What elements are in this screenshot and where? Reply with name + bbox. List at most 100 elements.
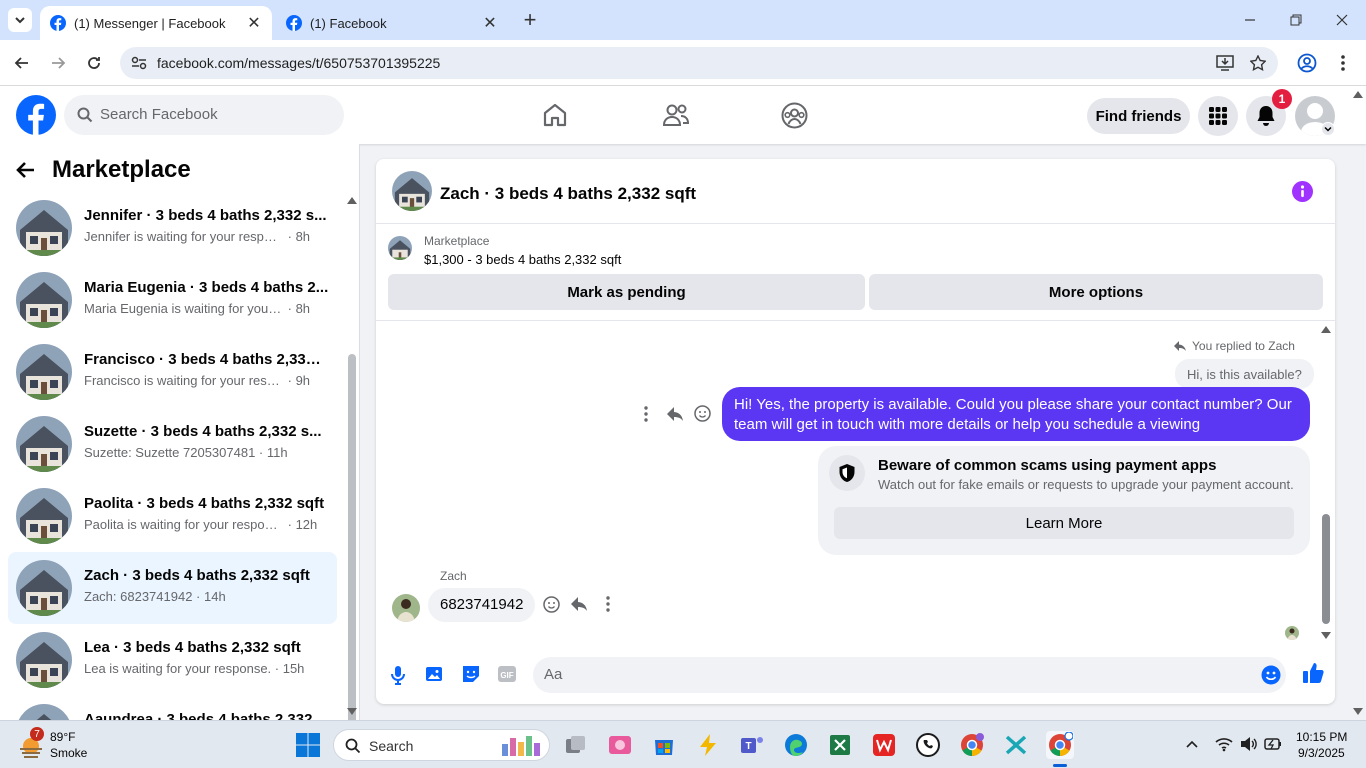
- store-app-icon[interactable]: [650, 731, 678, 759]
- capcut-app-icon[interactable]: [1002, 731, 1030, 759]
- list-scrollbar[interactable]: [348, 354, 356, 720]
- message-more-icon[interactable]: [606, 596, 610, 612]
- conversation-item[interactable]: Aaundrea · 3 beds 4 baths 2,332 ...: [8, 696, 337, 720]
- back-arrow-icon[interactable]: [16, 160, 36, 180]
- conversation-item[interactable]: Maria Eugenia · 3 beds 4 baths 2... Maria…: [8, 264, 337, 336]
- like-thumb-icon[interactable]: [1302, 662, 1324, 684]
- reply-action-icon[interactable]: [571, 596, 587, 612]
- scroll-down-icon[interactable]: [347, 708, 357, 716]
- house-thumbnail-icon: [388, 236, 412, 260]
- tab-facebook[interactable]: (1) Facebook ✕: [276, 6, 508, 40]
- weather-widget[interactable]: 7 89°F Smoke: [16, 727, 106, 763]
- excel-app-icon[interactable]: [826, 731, 854, 759]
- conversation-preview-row: Maria Eugenia is waiting for your r... ·…: [84, 301, 329, 316]
- nav-groups[interactable]: [781, 102, 808, 129]
- install-app-icon[interactable]: [1216, 55, 1234, 71]
- address-bar[interactable]: facebook.com/messages/t/650753701395225: [120, 47, 1278, 79]
- sticker-icon[interactable]: [461, 664, 481, 684]
- message-input[interactable]: Aa: [533, 657, 1286, 693]
- conversation-item[interactable]: Suzette · 3 beds 4 baths 2,332 s... Suzet…: [8, 408, 337, 480]
- chat-avatar[interactable]: [392, 171, 432, 211]
- wifi-icon[interactable]: [1215, 736, 1233, 752]
- menu-button[interactable]: [1198, 96, 1238, 136]
- start-button[interactable]: [295, 732, 321, 758]
- minimize-button[interactable]: [1238, 10, 1262, 30]
- taskbar-search[interactable]: Search: [333, 729, 550, 761]
- chat-scroll-down-icon[interactable]: [1321, 632, 1331, 640]
- chrome-active-icon[interactable]: [1046, 731, 1074, 759]
- quoted-message[interactable]: Hi, is this available?: [1175, 359, 1314, 389]
- chat-scroll-up-icon[interactable]: [1321, 325, 1331, 333]
- conversation-item[interactable]: Francisco · 3 beds 4 baths 2,332 ... Fran…: [8, 336, 337, 408]
- message-more-icon[interactable]: [644, 406, 648, 422]
- conversation-item[interactable]: Zach · 3 beds 4 baths 2,332 sqft Zach: 68…: [8, 552, 337, 624]
- chrome-profile-icon[interactable]: [958, 731, 986, 759]
- account-chevron[interactable]: [1321, 122, 1335, 136]
- scroll-up-icon[interactable]: [347, 196, 357, 204]
- conversation-name: Lea · 3 beds 4 baths 2,332 sqft: [84, 639, 301, 656]
- volume-icon[interactable]: [1240, 736, 1258, 752]
- marketplace-header: Marketplace: [16, 156, 191, 184]
- house-thumbnail-icon: [16, 344, 72, 400]
- clock-date[interactable]: 9/3/2025: [1298, 746, 1345, 760]
- wps-office-icon[interactable]: [870, 731, 898, 759]
- listing-thumbnail[interactable]: [388, 236, 412, 260]
- conversation-item[interactable]: Lea · 3 beds 4 baths 2,332 sqft Lea is wa…: [8, 624, 337, 696]
- search-icon: [345, 738, 361, 754]
- restore-button[interactable]: [1284, 10, 1308, 30]
- sender-avatar[interactable]: [392, 594, 420, 622]
- react-emoji-icon[interactable]: [543, 596, 560, 613]
- conversation-preview: Maria Eugenia is waiting for your r...: [84, 301, 284, 316]
- reply-icon: [1174, 341, 1186, 351]
- whatsapp-icon[interactable]: [914, 731, 942, 759]
- learn-more-button[interactable]: Learn More: [834, 507, 1294, 539]
- shield-badge: [829, 455, 865, 491]
- battery-icon[interactable]: [1264, 736, 1282, 752]
- chevron-up-icon[interactable]: [1186, 739, 1198, 749]
- reload-icon: [88, 57, 100, 69]
- chat-info-button[interactable]: [1292, 181, 1313, 202]
- task-view-icon[interactable]: [562, 731, 590, 759]
- microphone-icon[interactable]: [390, 665, 406, 685]
- search-facebook-input[interactable]: Search Facebook: [64, 95, 344, 135]
- bookmark-star-icon[interactable]: [1250, 55, 1266, 71]
- emoji-icon[interactable]: [1261, 665, 1281, 685]
- gif-icon[interactable]: GIF: [497, 664, 517, 684]
- clock-time[interactable]: 10:15 PM: [1296, 730, 1347, 744]
- browser-menu-icon[interactable]: [1340, 54, 1346, 72]
- chat-scrollbar[interactable]: [1322, 514, 1330, 624]
- mark-as-pending-button[interactable]: Mark as pending: [388, 274, 865, 310]
- tab-messenger[interactable]: (1) Messenger | Facebook ✕: [40, 6, 272, 40]
- nav-home[interactable]: [542, 102, 568, 128]
- close-tab-icon[interactable]: ✕: [482, 15, 498, 32]
- photo-icon[interactable]: [425, 664, 445, 684]
- back-button[interactable]: [8, 49, 36, 77]
- facebook-logo-icon[interactable]: [16, 95, 56, 135]
- listing-title[interactable]: $1,300 - 3 beds 4 baths 2,332 sqft: [424, 252, 621, 267]
- conversation-item[interactable]: Paolita · 3 beds 4 baths 2,332 sqft Paoli…: [8, 480, 337, 552]
- new-tab-button[interactable]: +: [518, 7, 542, 32]
- incoming-message[interactable]: 6823741942: [428, 588, 536, 622]
- page-scroll-down-icon[interactable]: [1353, 708, 1363, 716]
- find-friends-button[interactable]: Find friends: [1087, 98, 1190, 134]
- photos-app-icon[interactable]: [606, 731, 634, 759]
- reload-button[interactable]: [80, 49, 108, 77]
- page-scroll-up-icon[interactable]: [1353, 90, 1363, 98]
- close-window-button[interactable]: [1330, 10, 1354, 30]
- forward-button[interactable]: [44, 49, 72, 77]
- nav-friends[interactable]: [662, 102, 690, 128]
- teams-app-icon[interactable]: T: [738, 731, 766, 759]
- conversation-avatar: [16, 488, 72, 544]
- edge-browser-icon[interactable]: [782, 731, 810, 759]
- power-automate-icon[interactable]: [694, 731, 722, 759]
- site-settings-icon[interactable]: [131, 56, 147, 70]
- more-options-button[interactable]: More options: [869, 274, 1323, 310]
- close-tab-icon[interactable]: ✕: [246, 15, 262, 32]
- reply-action-icon[interactable]: [667, 406, 683, 422]
- profile-icon[interactable]: [1297, 53, 1317, 73]
- outgoing-message[interactable]: Hi! Yes, the property is available. Coul…: [722, 387, 1310, 441]
- house-thumbnail-icon: [16, 704, 72, 720]
- react-emoji-icon[interactable]: [694, 405, 711, 422]
- conversation-item[interactable]: Jennifer · 3 beds 4 baths 2,332 s... Jenn…: [8, 192, 337, 264]
- tab-search-button[interactable]: [8, 8, 32, 32]
